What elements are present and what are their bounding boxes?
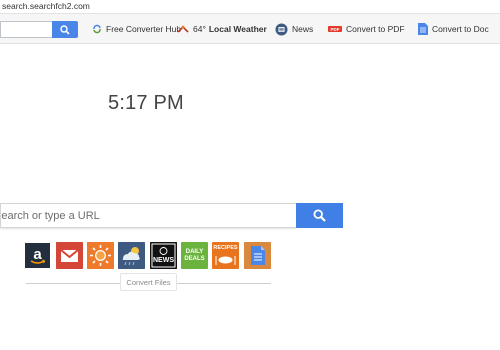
search-icon — [60, 24, 70, 35]
toolbar-search-input[interactable] — [0, 21, 52, 38]
cloud-weather-icon — [118, 242, 145, 269]
news-icon — [275, 23, 288, 35]
search-icon — [313, 209, 326, 222]
convert-to-doc-label: Convert to Doc — [432, 24, 489, 34]
local-weather-label: Local Weather — [208, 24, 267, 34]
convert-files-label[interactable]: Convert Files — [120, 273, 177, 291]
daily-deals-label-line1: DAILY — [185, 249, 204, 255]
tile-news[interactable]: NEWS — [150, 242, 177, 269]
weather-icon — [177, 25, 189, 33]
clock-time: 5:17 PM — [108, 92, 184, 114]
url-text[interactable]: search.searchfch2.com — [2, 1, 90, 11]
tile-weather[interactable] — [87, 242, 114, 269]
toolbar-convert-to-pdf[interactable]: PDF Convert to PDF — [328, 22, 405, 36]
tile-docs[interactable] — [244, 242, 271, 269]
news-tile-icon — [150, 242, 177, 269]
toolbar-search-button[interactable] — [52, 21, 78, 38]
divider-left — [26, 283, 120, 284]
amazon-icon: a — [24, 242, 51, 269]
main-search-input[interactable] — [1, 204, 296, 227]
document-icon — [244, 242, 271, 269]
gmail-icon — [56, 242, 83, 269]
main-search-button[interactable] — [296, 203, 343, 228]
toolbar-convert-to-doc[interactable]: Convert to Doc — [418, 22, 489, 36]
refresh-arrows-icon — [93, 24, 101, 34]
recipes-tile-label: RECIPES — [213, 245, 238, 251]
toolbar-local-weather[interactable]: 64° Local Weather — [177, 22, 267, 36]
free-converter-hub-label: Free Converter Hub — [106, 24, 182, 34]
daily-deals-label-line2: DEALS — [184, 256, 205, 262]
news-tile-label: NEWS — [153, 257, 174, 264]
main-search-box[interactable] — [0, 203, 296, 228]
doc-icon — [418, 23, 428, 35]
tile-gmail[interactable] — [56, 242, 83, 269]
tile-daily-deals[interactable]: DAILY DEALS — [181, 242, 208, 269]
news-label: News — [292, 24, 314, 34]
sun-icon — [87, 242, 114, 269]
pdf-icon: PDF — [328, 26, 342, 32]
toolbar-news[interactable]: News — [275, 22, 313, 36]
divider-right — [176, 283, 271, 284]
svg-text:a: a — [33, 246, 42, 263]
convert-to-pdf-label: Convert to PDF — [346, 24, 405, 34]
toolbar-free-converter-hub[interactable]: Free Converter Hub — [92, 22, 181, 36]
svg-text:PDF: PDF — [331, 27, 340, 32]
extension-toolbar: Free Converter Hub 64° Local Weather New… — [0, 14, 500, 44]
tile-amazon[interactable]: a — [24, 242, 51, 269]
tile-weather-forecast[interactable] — [118, 242, 145, 269]
address-bar[interactable]: search.searchfch2.com — [0, 0, 500, 14]
weather-degrees: 64° — [193, 24, 206, 34]
tile-recipes[interactable]: RECIPES — [212, 242, 239, 269]
